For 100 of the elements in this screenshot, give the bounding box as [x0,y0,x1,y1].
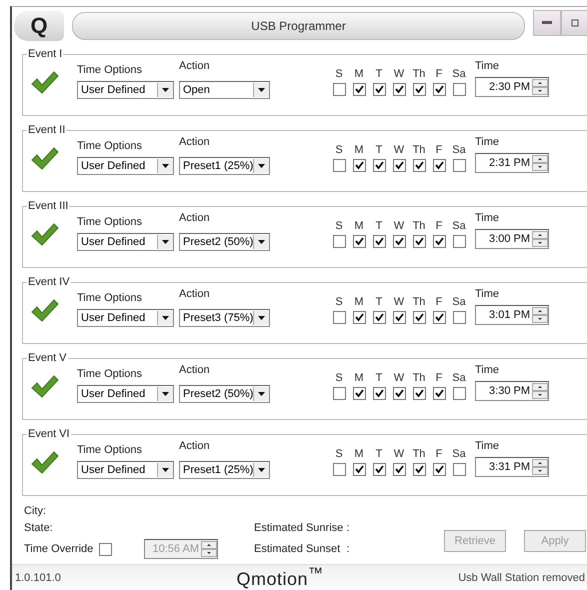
dropdown-arrow-icon[interactable] [162,88,169,92]
time-options-label: Time Options [77,64,144,76]
time-field[interactable]: 3:31 PM [475,457,549,477]
dropdown-arrow-icon[interactable] [258,392,266,396]
day-checkbox[interactable] [412,463,426,476]
dropdown-arrow-icon[interactable] [258,164,266,168]
time-options-dropdown[interactable]: User Defined [77,309,174,327]
day-label: M [353,372,365,384]
day-checkbox[interactable] [332,463,346,476]
spin-buttons-icon[interactable] [532,459,548,475]
action-dropdown[interactable]: Open [179,81,270,99]
day-checkbox[interactable] [412,387,426,400]
time-options-dropdown[interactable]: User Defined [77,233,174,251]
day-checkbox[interactable] [392,311,406,324]
day-checkbox[interactable] [372,159,386,172]
window-title: USB Programmer [72,12,525,40]
day-label: S [334,296,344,308]
time-field[interactable]: 2:31 PM [475,153,549,173]
dropdown-arrow-icon[interactable] [162,240,169,244]
day-checkbox[interactable] [352,159,366,172]
day-checkbox[interactable] [452,83,466,96]
day-label: Th [412,68,426,80]
action-dropdown[interactable]: Preset3 (75%) [179,309,270,327]
action-dropdown[interactable]: Preset2 (50%) [179,385,270,403]
day-label: M [353,68,365,80]
day-checkbox[interactable] [392,387,406,400]
dropdown-arrow-icon[interactable] [258,240,266,244]
dropdown-arrow-icon[interactable] [162,164,169,168]
day-checkbox[interactable] [412,83,426,96]
spin-buttons-icon[interactable] [532,79,548,95]
day-label: Sa [451,144,467,156]
day-label: F [434,448,444,460]
dropdown-arrow-icon[interactable] [162,468,169,472]
state-label: State: [24,522,54,534]
status-message: Usb Wall Station removed [457,572,585,584]
day-checkbox[interactable] [452,463,466,476]
time-options-label: Time Options [77,216,144,228]
day-label: T [374,144,384,156]
action-dropdown[interactable]: Preset1 (25%) [179,461,270,479]
day-checkbox[interactable] [432,311,446,324]
action-dropdown[interactable]: Preset1 (25%) [179,157,270,175]
minimize-button[interactable] [533,10,561,36]
dropdown-arrow-icon[interactable] [162,316,169,320]
spin-buttons-icon[interactable] [532,155,548,171]
day-checkbox[interactable] [412,311,426,324]
day-checkbox[interactable] [412,159,426,172]
day-checkbox[interactable] [432,387,446,400]
day-checkbox[interactable] [412,235,426,248]
dropdown-arrow-icon[interactable] [258,88,265,92]
day-checkbox[interactable] [432,235,446,248]
day-checkbox[interactable] [432,463,446,476]
spin-buttons-icon[interactable] [532,383,548,399]
time-field[interactable]: 3:00 PM [475,229,549,249]
day-checkbox[interactable] [452,159,466,172]
day-checkbox[interactable] [392,159,406,172]
day-checkbox[interactable] [452,387,466,400]
time-field[interactable]: 3:01 PM [475,305,549,325]
time-options-dropdown[interactable]: User Defined [77,461,174,479]
day-label: Th [412,144,426,156]
action-label: Action [179,212,211,224]
day-checkbox[interactable] [332,387,346,400]
time-options-dropdown[interactable]: User Defined [77,385,174,403]
day-checkbox[interactable] [432,83,446,96]
dropdown-arrow-icon[interactable] [258,316,266,320]
day-checkbox[interactable] [392,463,406,476]
day-checkbox[interactable] [392,235,406,248]
day-checkbox[interactable] [352,235,366,248]
day-checkbox[interactable] [372,311,386,324]
day-checkbox[interactable] [332,83,346,96]
day-checkbox[interactable] [392,83,406,96]
day-checkbox[interactable] [352,311,366,324]
day-checkbox[interactable] [372,463,386,476]
day-checkbox[interactable] [352,83,366,96]
time-field[interactable]: 3:30 PM [475,381,549,401]
day-checkbox[interactable] [432,159,446,172]
maximize-button[interactable] [561,10,587,36]
day-checkbox[interactable] [332,159,346,172]
time-options-dropdown[interactable]: User Defined [77,157,174,175]
day-checkbox[interactable] [352,463,366,476]
time-label: Time [475,288,500,300]
day-checkbox[interactable] [372,387,386,400]
version-text: 1.0.101.0 [15,572,62,584]
time-label: Time [475,212,500,224]
action-dropdown[interactable]: Preset2 (50%) [179,233,270,251]
dropdown-arrow-icon[interactable] [258,468,266,472]
day-checkbox[interactable] [332,235,346,248]
day-checkbox[interactable] [352,387,366,400]
event-title: Event VI [27,428,71,440]
day-checkbox[interactable] [452,311,466,324]
spin-buttons-icon[interactable] [532,231,548,247]
event-title: Event V [27,352,68,364]
day-label: Sa [451,296,467,308]
dropdown-arrow-icon[interactable] [162,392,169,396]
day-checkbox[interactable] [452,235,466,248]
day-checkbox[interactable] [372,83,386,96]
time-options-dropdown[interactable]: User Defined [77,81,174,99]
day-checkbox[interactable] [332,311,346,324]
time-field[interactable]: 2:30 PM [475,77,549,97]
spin-buttons-icon[interactable] [532,307,548,323]
day-checkbox[interactable] [372,235,386,248]
